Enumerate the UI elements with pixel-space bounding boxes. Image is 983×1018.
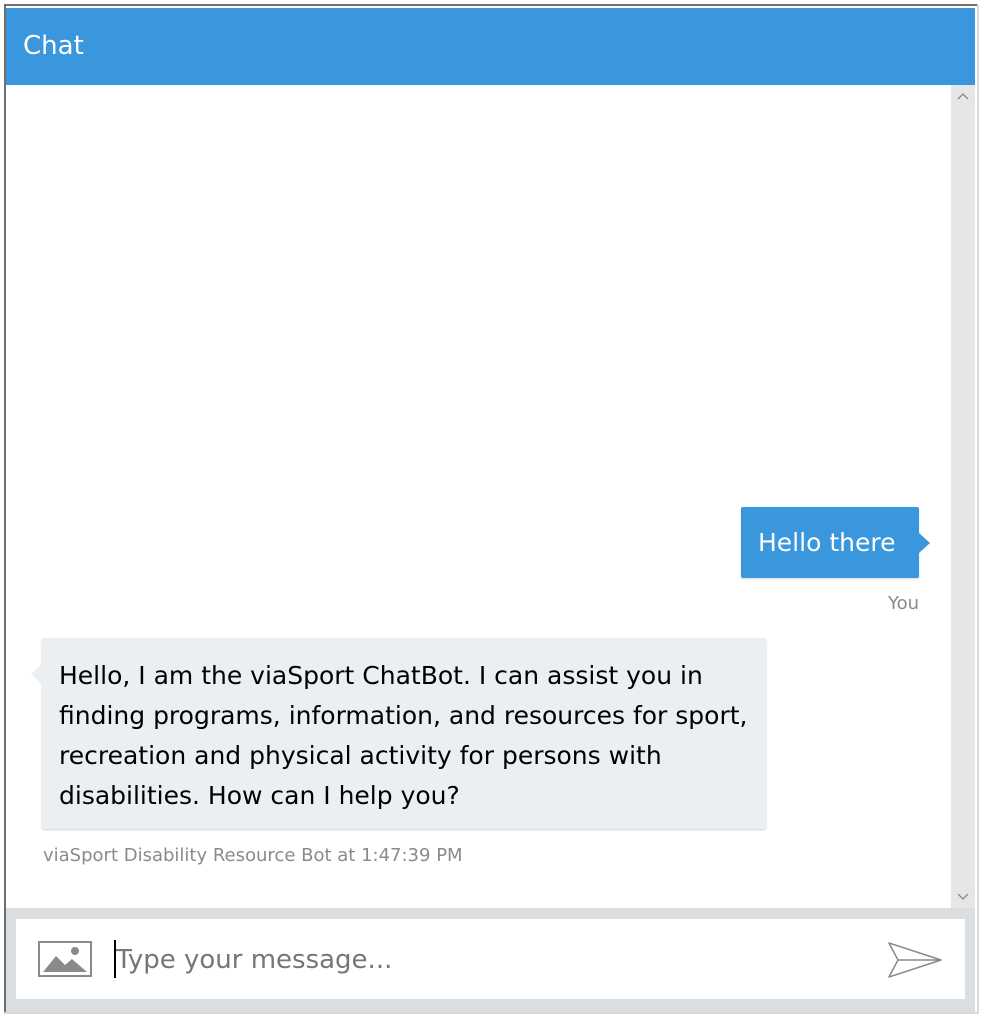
user-message-meta: You xyxy=(887,593,919,614)
bot-message-bubble: Hello, I am the viaSport ChatBot. I can … xyxy=(42,638,766,829)
image-upload-icon[interactable] xyxy=(38,941,92,977)
chat-header: Chat xyxy=(6,8,975,85)
send-icon[interactable] xyxy=(886,940,944,980)
bot-bubble-tail xyxy=(31,664,42,684)
user-bubble-tail xyxy=(919,533,930,553)
user-message-text: Hello there xyxy=(758,528,896,557)
message-input[interactable] xyxy=(116,938,856,982)
bot-message-meta: viaSport Disability Resource Bot at 1:47… xyxy=(43,845,463,866)
user-message-bubble: Hello there xyxy=(741,507,919,578)
chevron-down-icon[interactable] xyxy=(951,886,975,908)
chevron-up-icon[interactable] xyxy=(951,85,975,107)
history-scrollbar[interactable] xyxy=(951,85,975,908)
chat-title: Chat xyxy=(23,31,84,61)
window-border-bottom xyxy=(4,1012,979,1014)
window-border-right xyxy=(977,4,979,1014)
bot-message-text: Hello, I am the viaSport ChatBot. I can … xyxy=(59,661,748,810)
